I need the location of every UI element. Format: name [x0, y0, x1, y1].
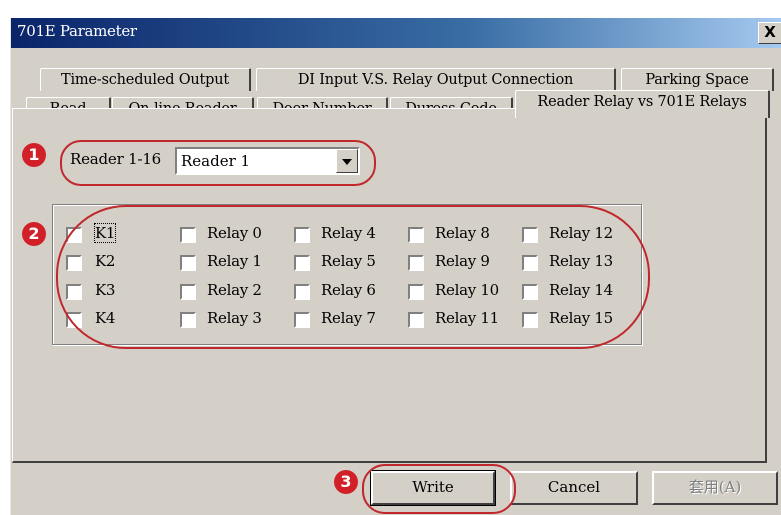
k1-label: K1: [93, 223, 117, 243]
relay-14-checkbox[interactable]: [522, 284, 538, 300]
close-button[interactable]: X: [758, 22, 781, 44]
relay-3-label: Relay 3: [207, 309, 262, 327]
relay-13-checkbox[interactable]: [522, 255, 538, 271]
k4-label: K4: [95, 309, 116, 327]
tab-label: Parking Space: [645, 72, 749, 88]
relay-12-checkbox[interactable]: [522, 227, 538, 243]
apply-button[interactable]: 套用(A): [652, 471, 778, 505]
reader-select[interactable]: Reader 1: [175, 147, 360, 175]
relay-7-label: Relay 7: [321, 309, 376, 327]
cancel-button[interactable]: Cancel: [510, 471, 638, 505]
relay-14-label: Relay 14: [549, 281, 613, 299]
relay-6-checkbox[interactable]: [294, 284, 310, 300]
relay-4-checkbox[interactable]: [294, 227, 310, 243]
relay-5-checkbox[interactable]: [294, 255, 310, 271]
relay-9-checkbox[interactable]: [408, 255, 424, 271]
relay-3-checkbox[interactable]: [180, 312, 196, 328]
chevron-down-icon[interactable]: [336, 149, 358, 173]
k3-label: K3: [95, 281, 116, 299]
relay-6-label: Relay 6: [321, 281, 376, 299]
relay-2-checkbox[interactable]: [180, 284, 196, 300]
reader-range-label: Reader 1-16: [70, 150, 162, 168]
relay-4-label: Relay 4: [321, 224, 376, 242]
write-button-label: Write: [412, 478, 454, 496]
annotation-marker-1: 1: [22, 143, 46, 167]
relay-8-checkbox[interactable]: [408, 227, 424, 243]
relay-12-label: Relay 12: [549, 224, 613, 242]
tab-di-input-relay-connection[interactable]: DI Input V.S. Relay Output Connection: [256, 68, 616, 91]
relay-1-checkbox[interactable]: [180, 255, 196, 271]
title-bar[interactable]: 701E Parameter X: [11, 18, 781, 48]
cancel-button-label: Cancel: [547, 478, 601, 496]
k2-checkbox[interactable]: [66, 255, 82, 271]
window-title: 701E Parameter: [17, 22, 137, 40]
relay-11-checkbox[interactable]: [408, 312, 424, 328]
annotation-marker-2: 2: [22, 222, 46, 246]
tab-label: Time-scheduled Output: [60, 72, 230, 88]
relay-13-label: Relay 13: [549, 252, 613, 270]
relay-7-checkbox[interactable]: [294, 312, 310, 328]
k4-checkbox[interactable]: [66, 312, 82, 328]
annotation-marker-3: 3: [334, 470, 358, 494]
relay-5-label: Relay 5: [321, 252, 376, 270]
relay-2-label: Relay 2: [207, 281, 262, 299]
relay-15-checkbox[interactable]: [522, 312, 538, 328]
relay-0-checkbox[interactable]: [180, 227, 196, 243]
apply-button-label: 套用(A): [688, 478, 742, 496]
tab-reader-relay-vs-701e-relays[interactable]: Reader Relay vs 701E Relays: [515, 90, 770, 118]
relay-0-label: Relay 0: [207, 224, 262, 242]
write-button[interactable]: Write: [370, 470, 496, 506]
tab-label: DI Input V.S. Relay Output Connection: [297, 72, 574, 88]
tab-parking-space[interactable]: Parking Space: [621, 68, 774, 91]
relay-1-label: Relay 1: [207, 252, 262, 270]
relay-10-checkbox[interactable]: [408, 284, 424, 300]
relay-9-label: Relay 9: [435, 252, 490, 270]
relay-10-label: Relay 10: [435, 281, 499, 299]
relay-8-label: Relay 8: [435, 224, 490, 242]
k3-checkbox[interactable]: [66, 284, 82, 300]
tab-time-scheduled-output[interactable]: Time-scheduled Output: [40, 68, 251, 91]
reader-select-value: Reader 1: [181, 152, 251, 170]
tab-label: Reader Relay vs 701E Relays: [537, 94, 747, 110]
relay-11-label: Relay 11: [435, 309, 499, 327]
k1-checkbox[interactable]: [66, 227, 82, 243]
relay-15-label: Relay 15: [549, 309, 613, 327]
k2-label: K2: [95, 252, 116, 270]
